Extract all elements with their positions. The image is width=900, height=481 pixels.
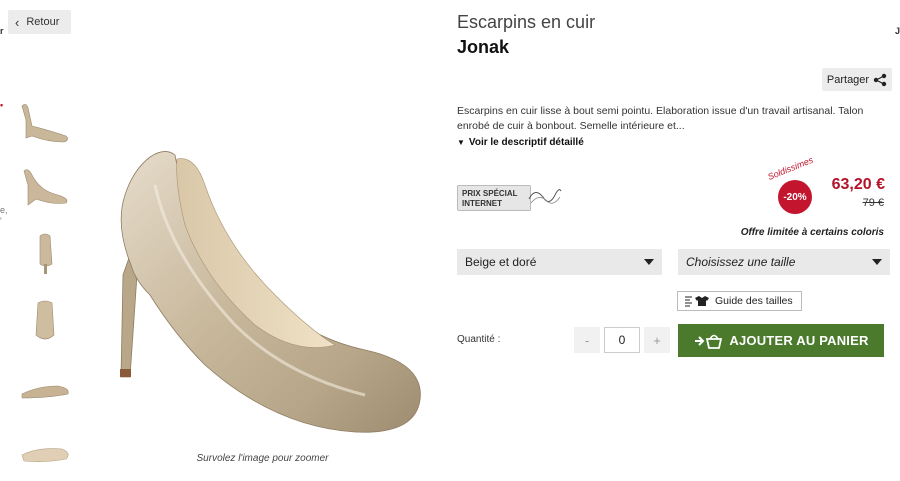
share-button[interactable]: Partager — [822, 68, 892, 91]
quantity-decrease-button[interactable]: - — [574, 327, 600, 353]
thumbnail-4[interactable] — [17, 295, 73, 347]
size-select[interactable]: Choisissez une taille — [678, 249, 890, 275]
size-guide-button[interactable]: Guide des tailles — [677, 291, 802, 311]
size-select-value: Choisissez une taille — [686, 255, 796, 269]
product-brand[interactable]: Jonak — [457, 37, 509, 58]
edge-fragment: J — [894, 26, 900, 36]
soldes-label: Soldissimes — [766, 154, 815, 182]
discount-badge: -20% — [778, 180, 812, 214]
back-button[interactable]: ‹ Retour — [8, 10, 71, 34]
chevron-down-icon — [644, 259, 654, 265]
chevron-left-icon: ‹ — [15, 14, 20, 30]
thumbnail-5[interactable] — [17, 362, 73, 414]
left-edge-fragments: r • e, ' — [0, 0, 8, 481]
swirl-icon — [528, 189, 562, 204]
promo-line-1: PRIX SPÉCIAL — [462, 189, 518, 198]
product-description: Escarpins en cuir lisse à bout semi poin… — [457, 105, 864, 132]
product-main-image[interactable] — [95, 145, 430, 440]
add-to-cart-label: AJOUTER AU PANIER — [729, 333, 869, 348]
edge-fragment: ' — [0, 216, 2, 226]
thumbnail-1[interactable] — [17, 94, 73, 146]
edge-fragment: r — [0, 26, 4, 36]
edge-fragment: • — [0, 100, 4, 110]
pricing-block: Soldissimes -20% 63,20 € 79 € — [766, 155, 890, 228]
current-price: 63,20 € — [831, 176, 885, 193]
add-to-cart-button[interactable]: AJOUTER AU PANIER — [678, 324, 884, 357]
offer-note: Offre limitée à certains coloris — [740, 227, 884, 238]
size-guide-icon — [685, 296, 709, 307]
product-type: Escarpins en cuir — [457, 12, 596, 32]
thumbnail-gallery — [17, 94, 73, 481]
shoe-back-thumb-icon — [39, 233, 53, 274]
chevron-down-icon — [872, 259, 882, 265]
details-link-label: Voir le descriptif détaillé — [468, 137, 584, 148]
size-guide-label: Guide des tailles — [715, 295, 793, 307]
thumbnail-6[interactable] — [17, 429, 73, 481]
shoe-side-thumb-icon — [21, 104, 68, 143]
internet-price-badge: PRIX SPÉCIAL INTERNET — [457, 185, 531, 211]
shoe-profile-thumb-icon — [21, 385, 69, 399]
shoe-front-thumb-icon — [35, 300, 55, 340]
share-icon — [873, 73, 887, 86]
thumbnail-2[interactable] — [17, 161, 73, 213]
promo-line-2: INTERNET — [462, 199, 502, 208]
back-button-label: Retour — [26, 16, 60, 28]
edge-fragment: e, — [0, 205, 8, 215]
shoe-sole-thumb-icon — [21, 448, 69, 462]
old-price: 79 € — [862, 197, 884, 209]
quantity-input[interactable] — [604, 327, 640, 353]
caret-down-icon: ▼ — [457, 138, 465, 147]
color-select[interactable]: Beige et doré — [457, 249, 662, 275]
quantity-increase-button[interactable]: + — [644, 327, 670, 353]
quantity-label: Quantité : — [457, 334, 501, 345]
share-button-label: Partager — [826, 73, 870, 86]
zoom-hint: Survolez l'image pour zoomer — [196, 453, 329, 464]
thumbnail-3[interactable] — [17, 228, 73, 280]
details-link[interactable]: ▼ Voir le descriptif détaillé — [457, 137, 584, 148]
shoe-angle-thumb-icon — [23, 169, 68, 206]
basket-icon — [695, 334, 723, 349]
right-edge-fragments: J — [894, 0, 900, 481]
color-select-value: Beige et doré — [465, 255, 537, 269]
